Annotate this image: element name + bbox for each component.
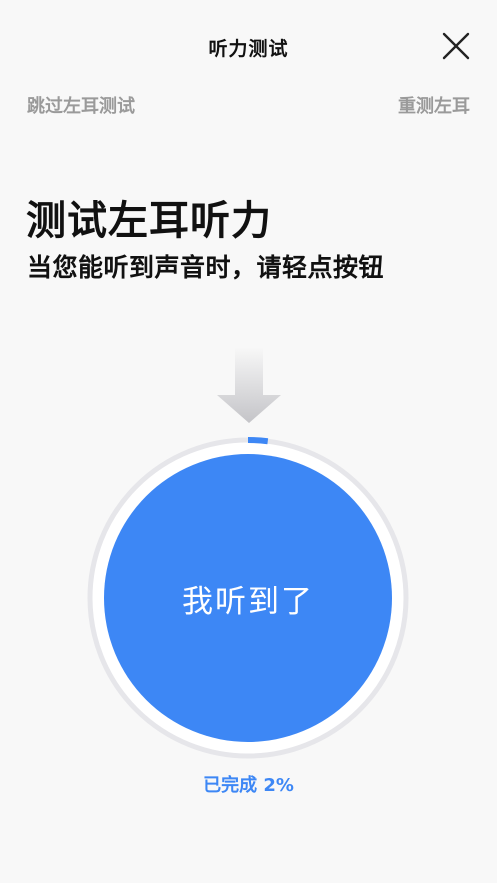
close-icon bbox=[442, 32, 470, 60]
skip-left-ear-link[interactable]: 跳过左耳测试 bbox=[27, 92, 135, 118]
progress-text: 已完成 2% bbox=[203, 775, 294, 796]
top-bar: 听力测试 bbox=[0, 0, 497, 90]
test-heading: 测试左耳听力 bbox=[26, 198, 272, 244]
instruction-text: 当您能听到声音时，请轻点按钮 bbox=[27, 253, 385, 282]
down-arrow-icon bbox=[217, 347, 281, 423]
page-title: 听力测试 bbox=[208, 38, 289, 60]
close-button[interactable] bbox=[438, 28, 474, 64]
i-heard-it-button[interactable]: 我听到了 bbox=[104, 454, 392, 742]
retest-left-ear-link[interactable]: 重测左耳 bbox=[398, 92, 470, 118]
button-label: 我听到了 bbox=[182, 583, 314, 620]
